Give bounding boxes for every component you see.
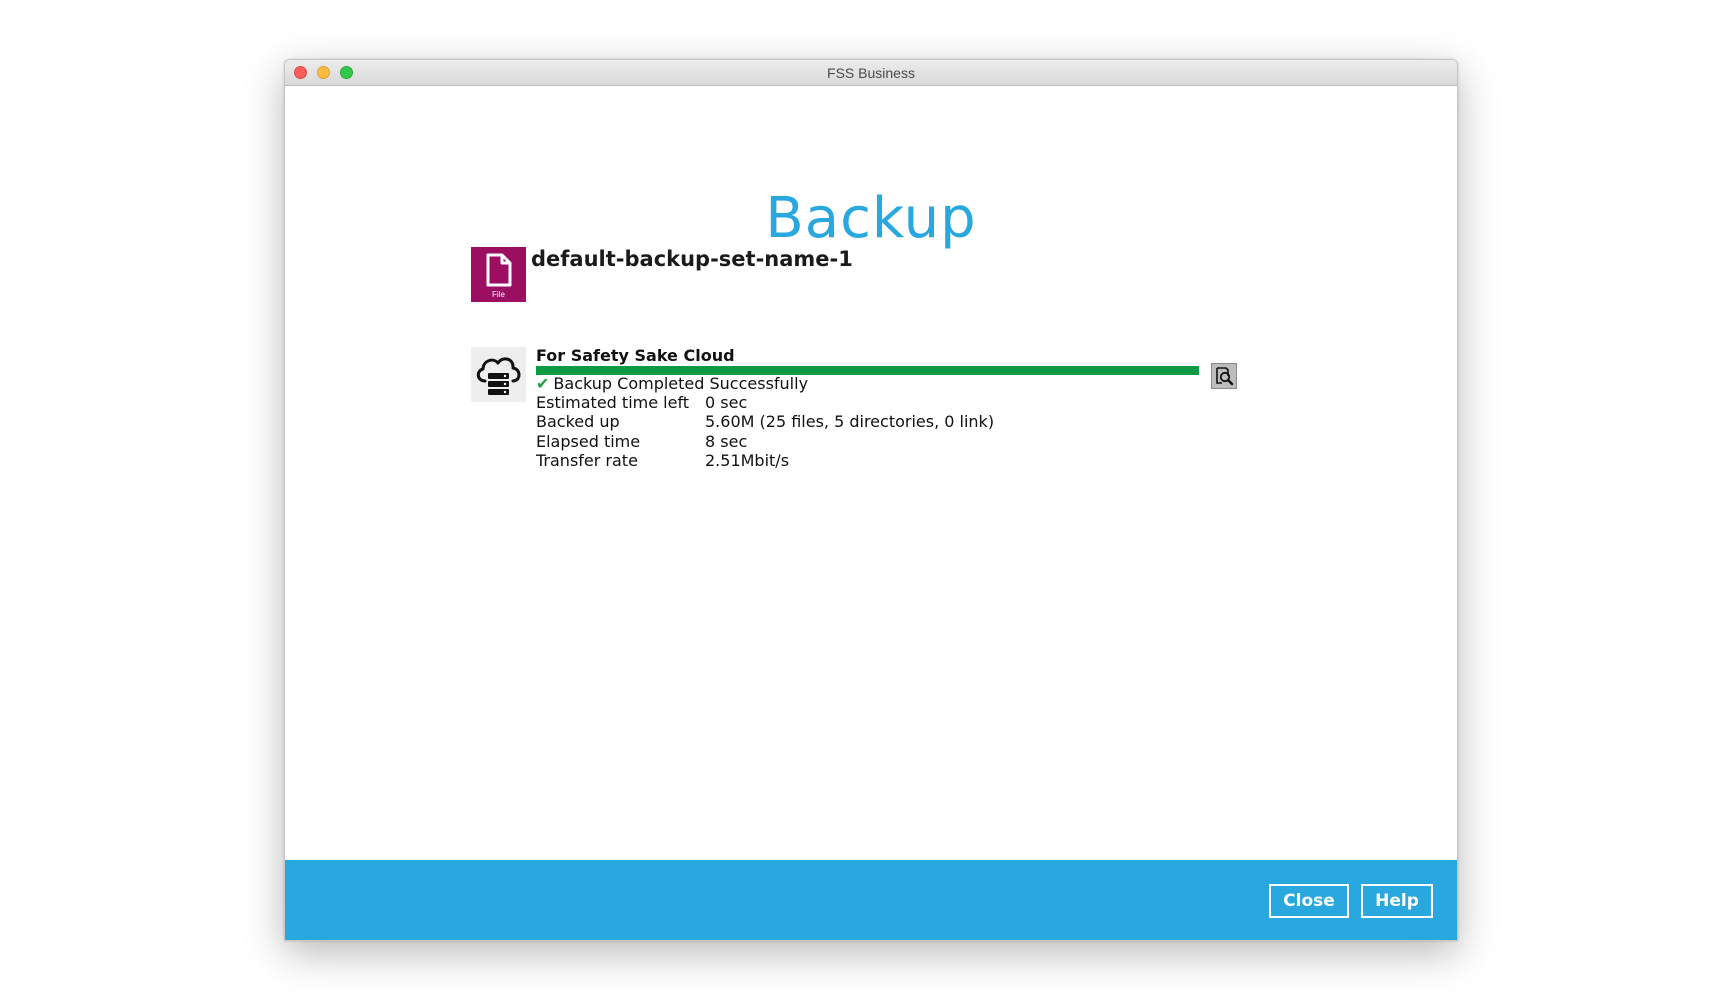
estimated-time-value: 0 sec (705, 393, 748, 412)
transfer-rate-label: Transfer rate (536, 451, 638, 470)
estimated-time-label: Estimated time left (536, 393, 690, 412)
magnifier-icon (1216, 367, 1234, 386)
backup-set-name: default-backup-set-name-1 (531, 247, 853, 271)
destination-name: For Safety Sake Cloud (536, 346, 735, 365)
transfer-rate-value: 2.51Mbit/s (705, 451, 790, 470)
backup-status: ✔ Backup Completed Successfully (536, 374, 808, 393)
backed-up-value: 5.60M (25 files, 5 directories, 0 link) (705, 412, 995, 431)
app-window: FSS Business Backup File default-backup-… (284, 59, 1458, 941)
backed-up-label: Backed up (536, 412, 620, 431)
title-bar: FSS Business (285, 60, 1457, 86)
close-button[interactable]: Close (1269, 884, 1349, 918)
elapsed-time-label: Elapsed time (536, 432, 641, 451)
file-icon: File (471, 247, 526, 302)
elapsed-time-value: 8 sec (705, 432, 748, 451)
view-details-button[interactable] (1211, 363, 1237, 389)
help-button[interactable]: Help (1361, 884, 1433, 918)
check-icon: ✔ (536, 374, 550, 393)
file-icon-label: File (492, 290, 505, 299)
page-title: Backup (765, 186, 977, 251)
status-text: Backup Completed Successfully (553, 374, 809, 393)
window-title: FSS Business (827, 65, 915, 81)
cloud-server-icon (471, 347, 526, 402)
footer-bar: Close Help (285, 860, 1457, 940)
